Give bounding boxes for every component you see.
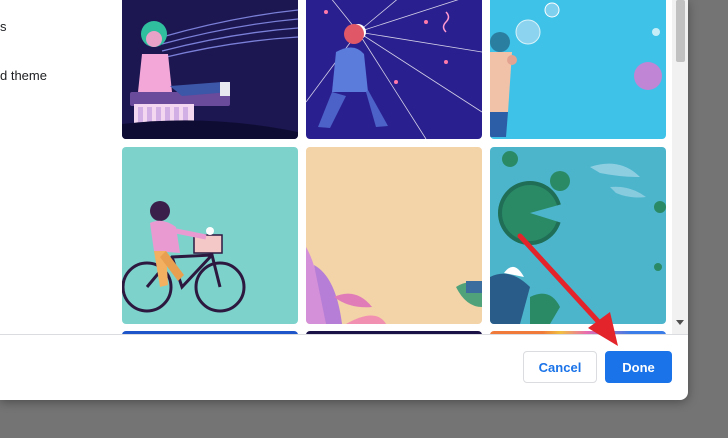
- beige-plants-artwork-tile[interactable]: [306, 147, 482, 324]
- theme-picker-dialog: s d theme Cancel Done: [0, 0, 688, 400]
- cancel-button[interactable]: Cancel: [523, 351, 597, 383]
- keyboard-musician-artwork-tile[interactable]: [122, 0, 298, 139]
- footer-divider: [0, 334, 688, 335]
- bicycle-rider-artwork-tile[interactable]: [122, 147, 298, 324]
- scroll-down-arrow-icon[interactable]: [676, 320, 684, 325]
- koi-pond-artwork-tile[interactable]: [490, 147, 666, 324]
- scrollbar-thumb[interactable]: [676, 0, 685, 62]
- wallpaper-grid: [0, 0, 672, 335]
- done-button[interactable]: Done: [605, 351, 672, 383]
- starburst-figure-artwork-tile[interactable]: [306, 0, 482, 139]
- bubbles-figure-artwork-tile[interactable]: [490, 0, 666, 139]
